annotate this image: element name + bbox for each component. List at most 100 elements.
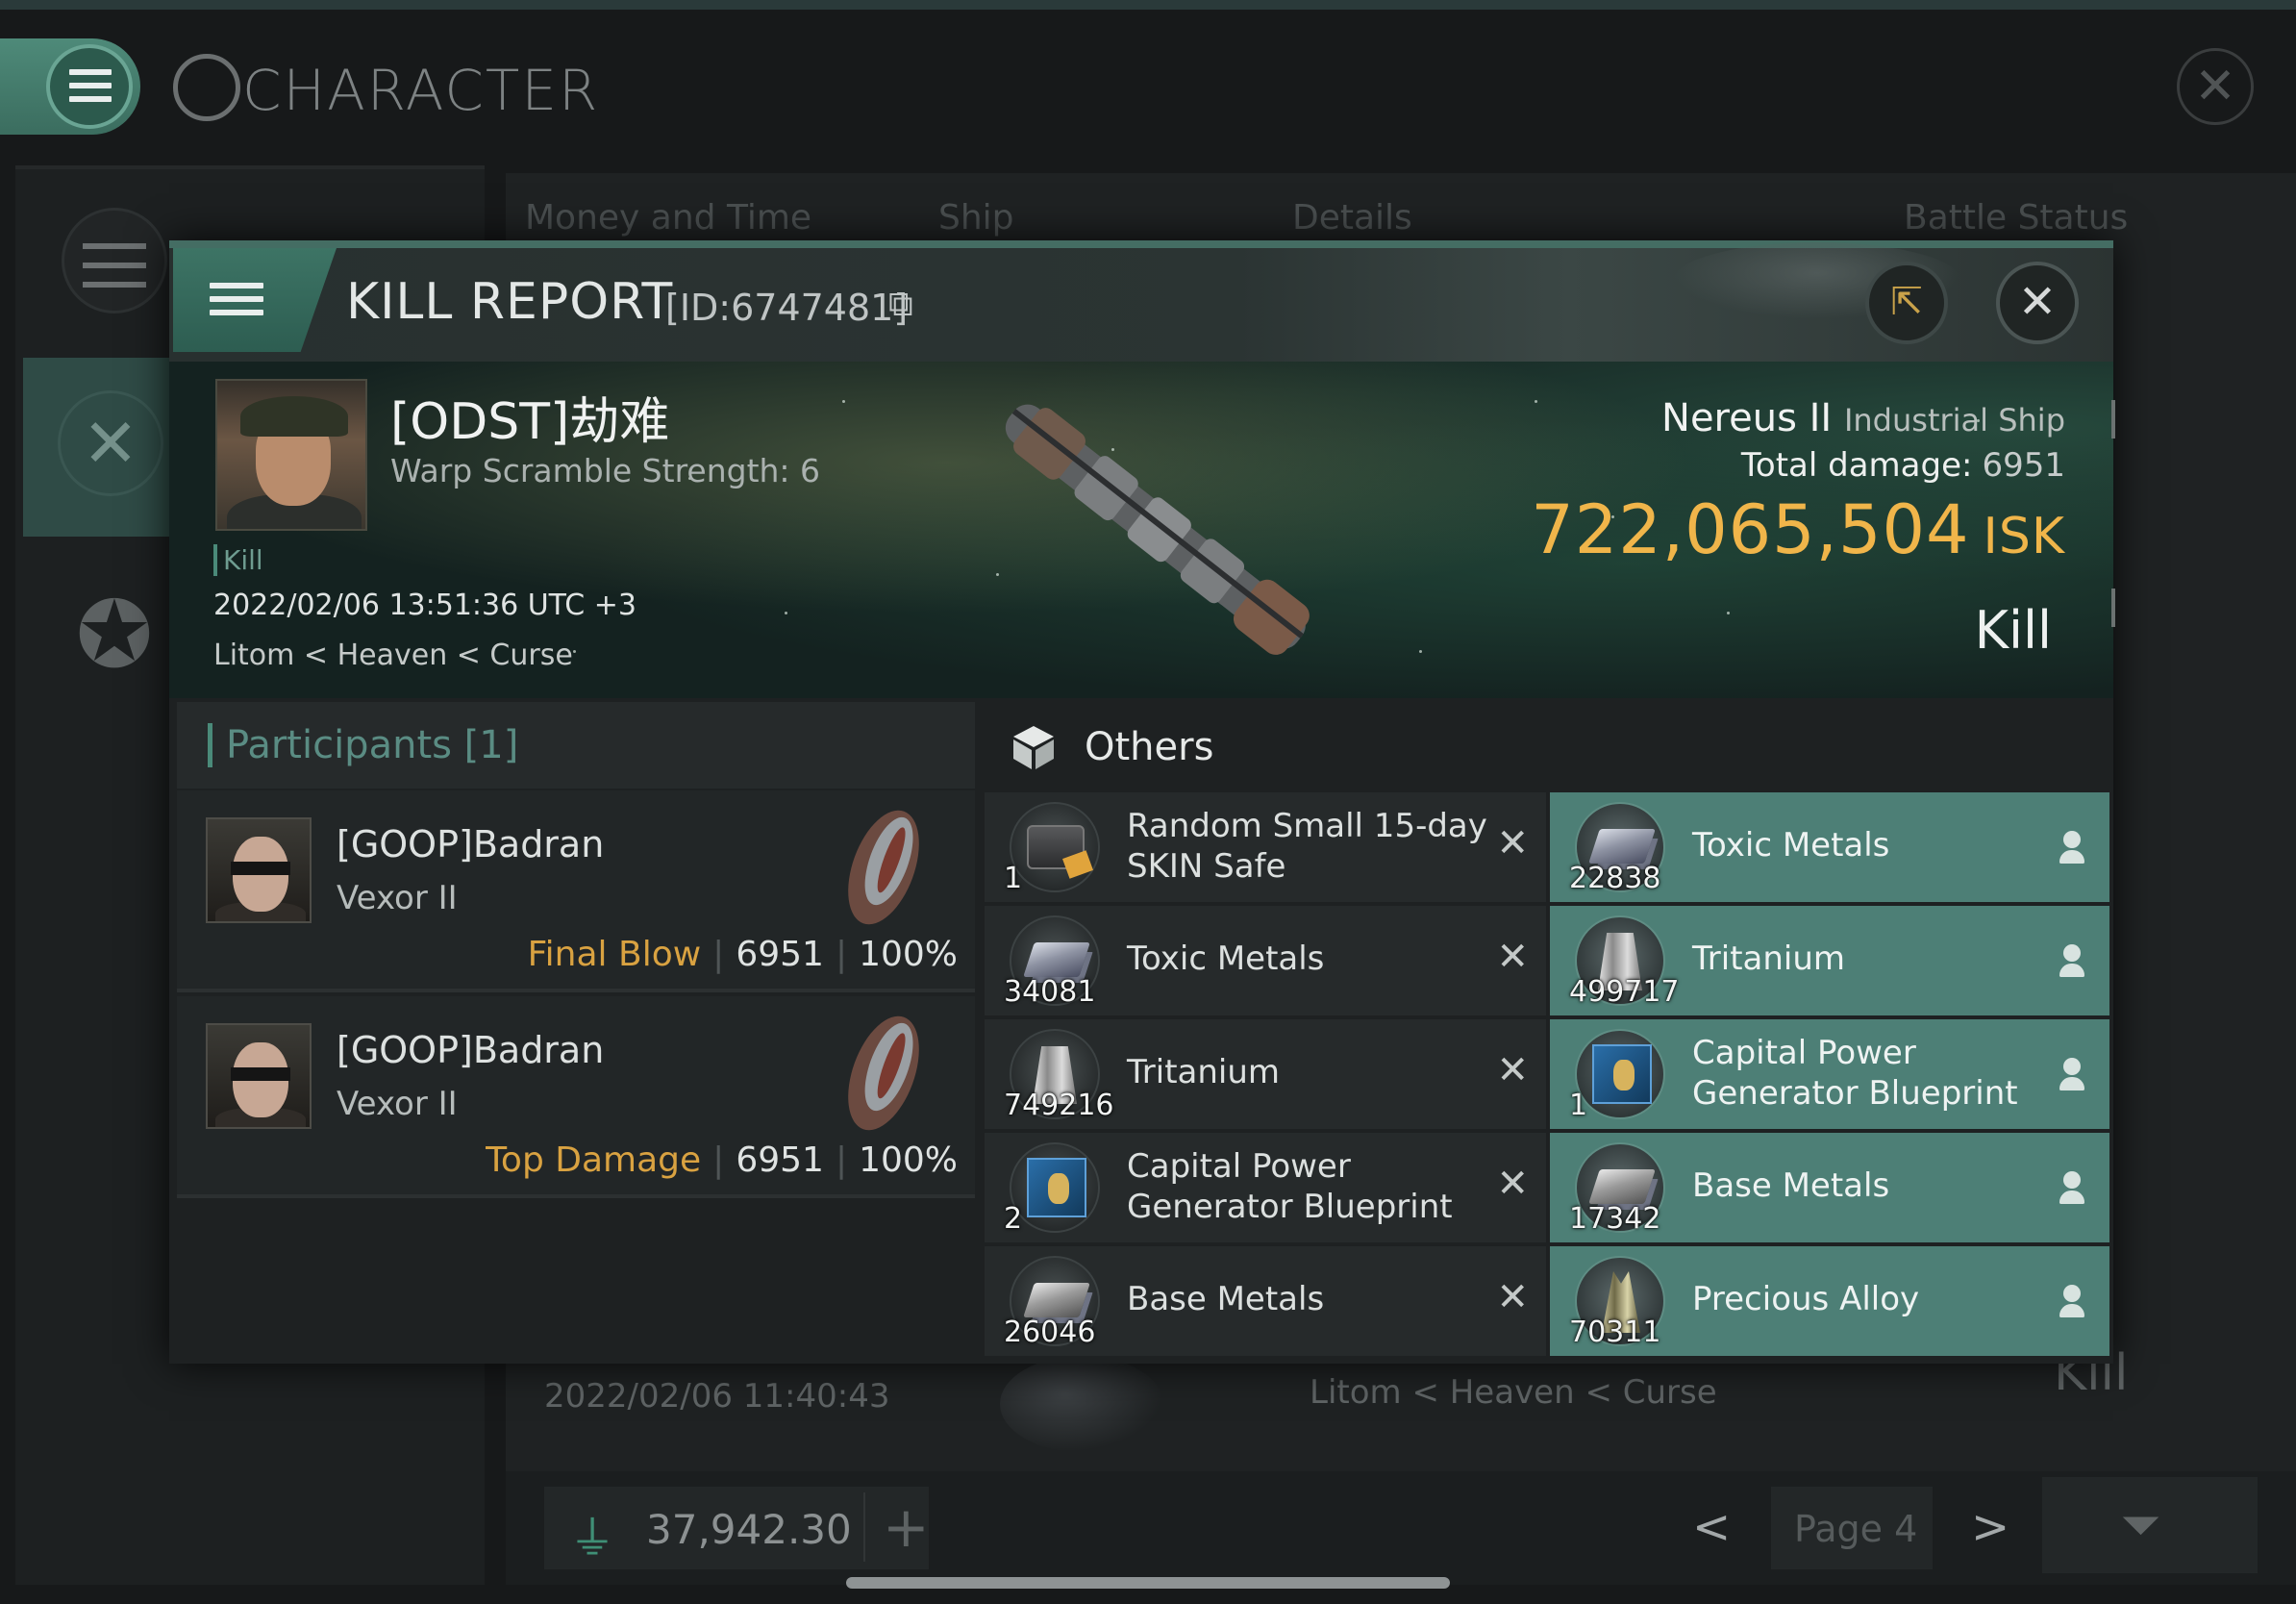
victim-name[interactable]: [ODST]劫难 [390,381,669,453]
blueprint-icon [1010,1142,1100,1233]
participant-ship: Vexor II [337,879,458,917]
destroyed-icon: ✕ [1496,821,1529,865]
item-name: Random Small 15-day SKIN Safe [1127,807,1487,886]
item-name: Tritanium [1692,940,1846,978]
star-icon: ✪ [75,581,154,689]
victim-ship-image [1005,404,1310,655]
kill-time: 2022/02/06 13:51:36 UTC +3 [213,589,636,622]
item-quantity: 22838 [1569,862,1661,895]
item-quantity: 499717 [1569,975,1680,1009]
share-button[interactable]: ⇱ [1865,262,1948,344]
kill-tag: Kill [213,544,263,576]
cargo-box-icon [1013,726,1054,769]
item-name: Capital Power Generator Blueprint [1127,1147,1453,1226]
crossed-swords-icon: ✕ [58,390,163,496]
prev-page-button[interactable]: < [1692,1500,1731,1554]
filter-icon: ⏷ [2121,1496,2161,1554]
modal-title: KILL REPORT [346,273,674,331]
participant-ship-image [848,1015,919,1131]
item-quantity: 2 [1004,1202,1023,1236]
participants-title: Participants [1] [208,723,518,767]
menu-icon [210,283,263,315]
participant-portrait[interactable] [206,817,312,923]
page-title: CHARACTER [242,58,600,123]
participant-card[interactable]: [GOOP]Badran Vexor II Final Blow | 6951 | 10… [177,790,975,992]
side-battle-button[interactable]: ✕ [23,358,177,537]
close-button[interactable]: ✕ [1996,262,2079,344]
item-name: Capital Power Generator Blueprint [1692,1034,2018,1113]
person-icon [2059,1058,2084,1090]
item-dropped[interactable]: 499717 Tritanium [1550,906,2109,1015]
victim-portrait[interactable] [215,379,367,531]
participant-stats: Final Blow | 6951 | 100% [527,935,958,974]
item-dropped[interactable]: 17342 Base Metals [1550,1133,2109,1242]
kill-report-id: [ID:6747481] [665,287,909,329]
tab-details[interactable]: Details [1292,198,1412,238]
item-name: Toxic Metals [1692,826,1890,865]
tab-battle-status[interactable]: Battle Status [1904,198,2128,238]
top-bar [0,0,2296,10]
participant-ship-image [848,810,919,925]
item-name: Tritanium [1127,1053,1281,1091]
bg-row-ship-image [1000,1356,1163,1452]
item-destroyed[interactable]: 26046 Base Metals ✕ [985,1246,1546,1356]
item-dropped[interactable]: 22838 Toxic Metals [1550,792,2109,902]
person-icon [2059,944,2084,977]
destroyed-icon: ✕ [1496,1048,1529,1092]
destroyed-icon: ✕ [1496,1162,1529,1206]
item-dropped[interactable]: 70311 Precious Alloy [1550,1246,2109,1356]
warp-scramble-strength: Warp Scramble Strength: 6 [390,452,821,489]
wallet-value: 37,942.30 [646,1506,852,1553]
skin-safe-icon [1010,802,1100,892]
kill-location[interactable]: Litom < Heaven < Curse [213,639,573,672]
item-destroyed[interactable]: 1 Random Small 15-day SKIN Safe ✕ [985,792,1546,902]
others-title: Others [1085,725,1214,769]
item-name: Toxic Metals [1127,940,1325,978]
person-icon [2059,831,2084,864]
item-name: Precious Alloy [1692,1280,1920,1318]
item-quantity: 1 [1569,1089,1588,1122]
item-destroyed[interactable]: 34081 Toxic Metals ✕ [985,906,1546,1015]
person-icon [2059,1285,2084,1317]
copy-icon[interactable]: ⧉ [888,285,913,325]
side-star-button[interactable]: ✪ [62,577,167,692]
item-destroyed[interactable]: 2 Capital Power Generator Blueprint ✕ [985,1133,1546,1242]
horizontal-scrollbar[interactable] [846,1577,1450,1589]
person-icon [2059,1171,2084,1204]
tab-money-and-time[interactable]: Money and Time [525,198,811,238]
participant-portrait[interactable] [206,1023,312,1129]
add-funds-button[interactable]: + [863,1492,930,1562]
bg-row-date: 2022/02/06 11:40:43 [544,1377,890,1416]
character-icon [173,54,240,121]
main-menu-button[interactable] [0,38,140,135]
isk-value: 722,065,504 ISK [1531,490,2065,569]
share-icon: ⇱ [1890,280,1923,324]
victim-ship-name[interactable]: Nereus II Industrial Ship [1661,396,2065,440]
participant-name[interactable]: [GOOP]Badran [337,1029,604,1071]
item-quantity: 34081 [1004,975,1096,1009]
item-destroyed[interactable]: 749216 Tritanium ✕ [985,1019,1546,1129]
destroyed-icon: ✕ [1496,935,1529,979]
blueprint-icon [1575,1029,1665,1119]
window-close-button[interactable]: ✕ [2177,48,2254,125]
kill-result: Kill [1974,600,2052,661]
page-label: Page 4 [1794,1508,1918,1550]
tab-ship[interactable]: Ship [938,198,1014,238]
destroyed-icon: ✕ [1496,1275,1529,1319]
item-quantity: 1 [1004,862,1023,895]
item-dropped[interactable]: 1 Capital Power Generator Blueprint [1550,1019,2109,1129]
item-name: Base Metals [1692,1166,1890,1205]
close-icon: ✕ [2017,275,2058,329]
participant-stats: Top Damage | 6951 | 100% [486,1140,958,1180]
item-name: Base Metals [1127,1280,1325,1318]
next-page-button[interactable]: > [1971,1500,2009,1554]
item-quantity: 17342 [1569,1202,1661,1236]
participant-card[interactable]: [GOOP]Badran Vexor II Top Damage | 6951 | 10… [177,996,975,1198]
total-damage: Total damage: 6951 [1740,446,2065,485]
edge-marker [2111,589,2115,627]
participant-name[interactable]: [GOOP]Badran [337,823,604,865]
edge-marker [2111,400,2115,439]
item-quantity: 70311 [1569,1316,1661,1349]
side-list-button[interactable] [62,208,167,313]
isk-icon: ⏚ [569,1512,616,1566]
